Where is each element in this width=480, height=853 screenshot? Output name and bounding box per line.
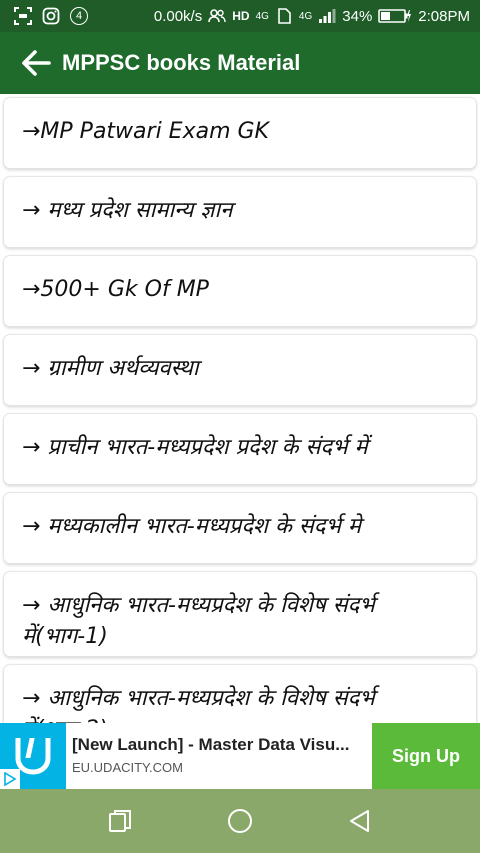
notification-count: 4 — [75, 10, 83, 22]
sign-up-button[interactable]: Sign Up — [372, 723, 480, 789]
ad-title: [New Launch] - Master Data Visu... — [72, 735, 350, 754]
list-item-label: →500+ Gk Of MP — [22, 277, 209, 302]
list-item-label: → आधुनिक भारत-मध्यप्रदेश के विशेष संदर्भ… — [22, 686, 375, 723]
list-item-medieval-india[interactable]: → मध्यकालीन भारत-मध्यप्रदेश के संदर्भ मे — [4, 493, 476, 563]
ad-url: EU.UDACITY.COM — [72, 760, 183, 775]
list-item-modern-india-part-1[interactable]: → आधुनिक भारत-मध्यप्रदेश के विशेष संदर्भ… — [4, 572, 476, 656]
network-4g-label: 4G — [298, 10, 313, 22]
list-item-label: → आधुनिक भारत-मध्यप्रदेश के विशेष संदर्भ… — [22, 593, 375, 649]
list-item-label: → मध्यकालीन भारत-मध्यप्रदेश के संदर्भ मे — [22, 514, 362, 539]
home-circle-icon — [228, 809, 252, 833]
list-item-mp-general-knowledge[interactable]: → मध्य प्रदेश सामान्य ज्ञान — [4, 177, 476, 247]
page-title: MPPSC books Material — [62, 50, 301, 75]
ad-choices-icon[interactable] — [0, 769, 20, 789]
system-nav-bar — [0, 789, 480, 853]
udacity-logo[interactable] — [0, 723, 66, 789]
list-item-rural-economy[interactable]: → ग्रामीण अर्थव्यवस्था — [4, 335, 476, 405]
notification-count-icon: 4 — [70, 7, 88, 25]
list-item-ancient-india[interactable]: → प्राचीन भारत-मध्यप्रदेश प्रदेश के संदर… — [4, 414, 476, 484]
battery-percent: 34% — [342, 7, 373, 25]
network-speed: 0.00k/s — [153, 7, 203, 25]
hd-label: HD — [232, 9, 250, 23]
contacts-icon — [208, 7, 226, 25]
books-list[interactable]: →MP Patwari Exam GK → मध्य प्रदेश सामान्… — [0, 94, 480, 723]
list-item-mp-patwari[interactable]: →MP Patwari Exam GK — [4, 98, 476, 168]
sim-icon — [275, 7, 293, 25]
list-item-modern-india-part-2[interactable]: → आधुनिक भारत-मध्यप्रदेश के विशेष संदर्भ… — [4, 665, 476, 723]
volte-4g-label: 4G — [255, 10, 269, 22]
list-item-label: → प्राचीन भारत-मध्यप्रदेश प्रदेश के संदर… — [22, 435, 368, 460]
home-button[interactable] — [216, 797, 264, 845]
screenshot-icon — [14, 7, 32, 25]
list-item-500-gk[interactable]: →500+ Gk Of MP — [4, 256, 476, 326]
clock: 2:08PM — [418, 7, 470, 25]
battery-icon — [378, 7, 412, 25]
recents-icon — [109, 810, 131, 832]
app-bar: MPPSC books Material — [0, 32, 480, 94]
list-item-label: → मध्य प्रदेश सामान्य ज्ञान — [22, 198, 233, 223]
back-nav-button[interactable] — [336, 797, 384, 845]
recents-button[interactable] — [96, 797, 144, 845]
list-item-label: →MP Patwari Exam GK — [22, 119, 269, 144]
back-triangle-icon — [350, 810, 369, 832]
instagram-icon — [42, 7, 60, 25]
arrow-back-icon — [22, 50, 51, 76]
ad-text[interactable]: [New Launch] - Master Data Visu... EU.UD… — [66, 723, 372, 789]
status-bar: 4 0.00k/s HD 4G 4G 34% 2:08PM — [0, 0, 480, 32]
ad-banner[interactable]: [New Launch] - Master Data Visu... EU.UD… — [0, 723, 480, 789]
signal-icon — [318, 7, 336, 25]
list-item-label: → ग्रामीण अर्थव्यवस्था — [22, 356, 199, 381]
back-button[interactable] — [12, 39, 60, 87]
